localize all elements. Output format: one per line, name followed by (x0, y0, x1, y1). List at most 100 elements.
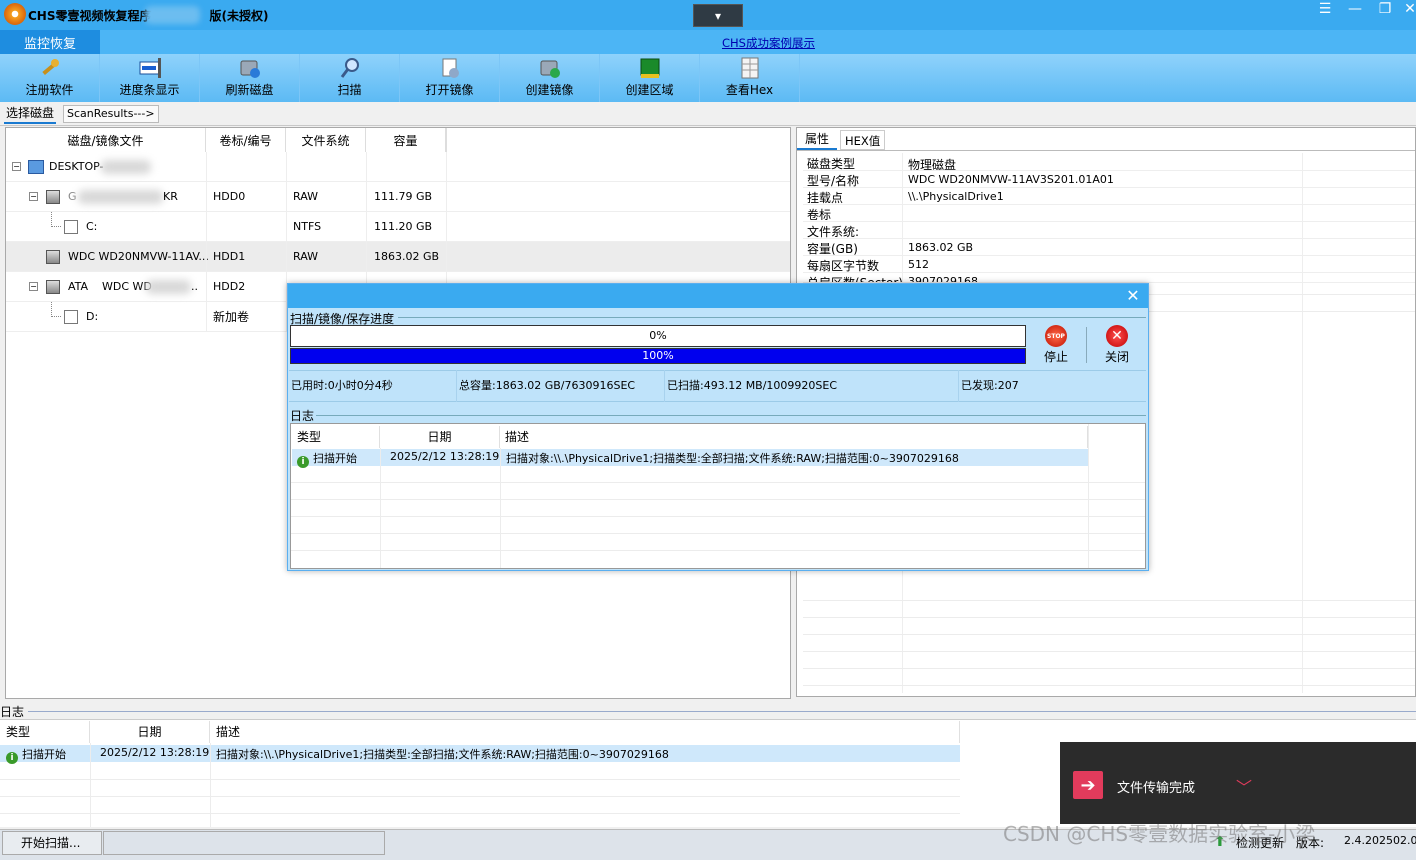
tree-row-volume-c[interactable]: C: NTFS 111.20 GB (6, 212, 790, 242)
register-button[interactable]: 注册软件 (0, 54, 100, 102)
cell-capacity: 111.79 GB (374, 190, 433, 203)
cell-capacity: 111.20 GB (374, 220, 433, 233)
create-region-button[interactable]: 创建区域 (600, 54, 700, 102)
progress-bar-current: 0% (290, 325, 1026, 347)
refresh-disk-icon (239, 57, 261, 79)
log-section-title: 日志 (0, 705, 25, 719)
version-value: 2.4.202502.0 (1344, 834, 1416, 847)
log-desc-cell: 扫描对象:\\.\PhysicalDrive1;扫描类型:全部扫描;文件系统:R… (506, 452, 959, 465)
tree-label-hdd0-tail: KR (163, 190, 178, 203)
dialog-log-header-type[interactable]: 类型 (292, 426, 380, 448)
tree-row-desktop[interactable]: − DESKTOP- (6, 152, 790, 182)
property-row: 型号/名称 WDC WD20NMVW-11AV3S201.01A01 (803, 171, 1415, 188)
property-row: 卷标 (803, 205, 1415, 222)
property-row: 总扇区数(Sector) 3907029168 (803, 273, 1415, 283)
cell-capacity: 1863.02 GB (374, 250, 440, 263)
volume-checkbox[interactable] (64, 220, 78, 234)
redacted-model (146, 280, 191, 294)
tree-label-c: C: (86, 220, 98, 233)
minimize-button[interactable]: — (1340, 0, 1370, 18)
redacted-model (78, 190, 163, 204)
property-row: 文件系统: (803, 222, 1415, 239)
title-dropdown-button[interactable]: ▾ (693, 4, 743, 27)
redacted-edition (145, 6, 200, 24)
progress-display-button[interactable]: 进度条显示 (100, 54, 200, 102)
collapse-icon[interactable]: − (29, 192, 38, 201)
tab-hex[interactable]: HEX值 (840, 130, 886, 150)
cell-id: 新加卷 (213, 310, 250, 324)
log-header-type[interactable]: 类型 (0, 721, 90, 743)
tab-monitor-recovery[interactable]: 监控恢复 (0, 30, 100, 54)
property-row: 容量(GB) 1863.02 GB (803, 239, 1415, 256)
file-transfer-icon: ➔ (1073, 771, 1103, 799)
log-header-desc[interactable]: 描述 (210, 721, 960, 743)
volume-checkbox[interactable] (64, 310, 78, 324)
close-window-button[interactable]: ✕ (1395, 0, 1416, 18)
chevron-down-icon[interactable]: ﹀ (1236, 774, 1252, 798)
cell-id: HDD0 (213, 190, 246, 203)
success-cases-link[interactable]: CHS成功案例展示 (722, 35, 815, 51)
dialog-log-row[interactable]: i 扫描开始 2025/2/12 13:28:19 扫描对象:\\.\Physic… (292, 449, 1088, 468)
property-row: 每扇区字节数 512 (803, 256, 1415, 273)
log-desc-cell: 扫描对象:\\.\PhysicalDrive1;扫描类型:全部扫描;文件系统:R… (216, 748, 669, 761)
collapse-icon[interactable]: − (29, 282, 38, 291)
create-image-button[interactable]: 创建镜像 (500, 54, 600, 102)
tree-row-hdd0[interactable]: − G KR HDD0 RAW 111.79 GB (6, 182, 790, 212)
column-header-filesystem[interactable]: 文件系统 (286, 128, 366, 152)
log-type-cell: i 扫描开始 (6, 746, 66, 764)
progress-bar-total: 100% (290, 348, 1026, 364)
dialog-close-icon[interactable]: ✕ (1120, 284, 1146, 306)
cell-filesystem: RAW (293, 250, 318, 263)
column-header-disk[interactable]: 磁盘/镜像文件 (6, 128, 206, 152)
view-hex-button[interactable]: 查看Hex (700, 54, 800, 102)
tree-label-hdd2: ATA (68, 280, 89, 293)
tab-select-disk[interactable]: 选择磁盘 (4, 104, 57, 124)
create-image-icon (539, 57, 561, 79)
menu-bar (0, 30, 1416, 54)
tab-attributes[interactable]: 属性 (797, 128, 837, 150)
close-button[interactable]: ✕ 关闭 (1100, 325, 1134, 365)
cell-id: HDD2 (213, 280, 246, 293)
stop-button[interactable]: STOP 停止 (1040, 325, 1072, 365)
log-date-cell: 2025/2/12 13:28:19 (100, 746, 210, 759)
refresh-disk-button[interactable]: 刷新磁盘 (200, 54, 300, 102)
tree-row-hdd1[interactable]: WDC WD20NMVW-11AV... HDD1 RAW 1863.02 GB (6, 242, 790, 272)
info-icon: i (6, 752, 18, 764)
magnifier-icon (339, 57, 361, 79)
menu-icon[interactable]: ☰ (1310, 0, 1340, 18)
dialog-title-bar (288, 284, 1148, 308)
log-header-date[interactable]: 日期 (90, 721, 210, 743)
scan-button[interactable]: 扫描 (300, 54, 400, 102)
property-row: 挂载点 \\.\PhysicalDrive1 (803, 188, 1415, 205)
collapse-icon[interactable]: − (12, 162, 21, 171)
create-region-icon (639, 57, 661, 79)
key-tools-icon (39, 57, 61, 79)
column-header-capacity[interactable]: 容量 (366, 128, 446, 152)
log-date-cell: 2025/2/12 13:28:19 (390, 450, 500, 463)
dialog-log-header-date[interactable]: 日期 (380, 426, 500, 448)
open-image-button[interactable]: 打开镜像 (400, 54, 500, 102)
subtab-bar (0, 102, 1416, 126)
log-row[interactable]: i 扫描开始 2025/2/12 13:28:19 扫描对象:\\.\Physic… (0, 745, 960, 764)
dialog-log-header-desc[interactable]: 描述 (500, 426, 1088, 448)
stat-total: 总容量:1863.02 GB/7630916SEC (457, 370, 665, 402)
section-divider (398, 317, 1146, 318)
log-divider (28, 711, 1416, 712)
hex-grid-icon (739, 57, 761, 79)
tab-scan-results[interactable]: ScanResults---> (63, 105, 159, 123)
log-type-cell: i 扫描开始 (297, 450, 357, 468)
toast-message: 文件传输完成 (1117, 781, 1196, 796)
button-separator (1086, 327, 1087, 363)
stop-icon: STOP (1045, 325, 1067, 347)
column-header-label[interactable]: 卷标/编号 (206, 128, 286, 152)
stop-label: 停止 (1043, 350, 1068, 364)
tree-label-hdd2-model: WDC WD (102, 280, 152, 293)
tree-label-hdd2-tail: .. (191, 280, 198, 293)
close-label: 关闭 (1104, 350, 1129, 364)
tree-label-d: D: (86, 310, 99, 323)
tree-label-hdd0: G (68, 190, 77, 203)
hard-disk-icon (46, 250, 60, 264)
cell-filesystem: NTFS (293, 220, 322, 233)
watermark: CSDN @CHS零壹数据实验室-小梁 (1003, 822, 1316, 846)
close-icon: ✕ (1106, 325, 1128, 347)
